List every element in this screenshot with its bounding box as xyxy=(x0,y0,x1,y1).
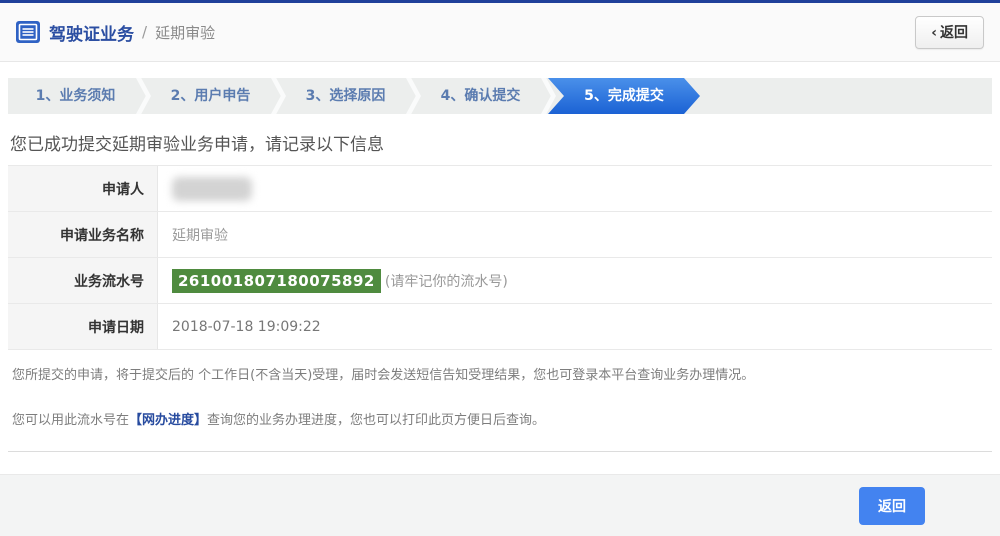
list-icon xyxy=(16,21,40,43)
table-row-apply-date: 申请日期 2018-07-18 19:09:22 xyxy=(8,304,992,350)
serial-number-badge: 261001807180075892 xyxy=(172,269,381,293)
step-label: 4、确认提交 xyxy=(441,88,521,104)
breadcrumb-current: 延期审验 xyxy=(155,22,215,43)
success-message: 您已成功提交延期审验业务申请，请记录以下信息 xyxy=(10,130,990,155)
notice-line-1: 您所提交的申请，将于提交后的 个工作日(不含当天)受理，届时会发送短信告知受理结… xyxy=(12,367,988,385)
online-progress-link[interactable]: 【网办进度】 xyxy=(129,413,207,428)
notice-line-2-prefix: 您可以用此流水号在 xyxy=(12,413,129,428)
page-header: 驾驶证业务 / 延期审验 ‹返回 xyxy=(0,3,1000,62)
back-button-top[interactable]: ‹返回 xyxy=(915,16,984,49)
table-row-business-name: 申请业务名称 延期审验 xyxy=(8,212,992,258)
application-info-table: 申请人 申请业务名称 延期审验 业务流水号 261001807180075892… xyxy=(8,165,992,350)
row-label: 申请业务名称 xyxy=(8,212,158,257)
table-row-applicant: 申请人 xyxy=(8,166,992,212)
step-2-user-declaration[interactable]: 2、用户申告 xyxy=(143,78,278,114)
row-value xyxy=(158,166,992,211)
back-button-label: 返回 xyxy=(940,25,968,41)
return-button[interactable]: 返回 xyxy=(859,487,925,525)
notice-line-2-suffix: 查询您的业务办理进度，您也可以打印此页方便日后查询。 xyxy=(207,413,545,428)
notice-box: 您所提交的申请，将于提交后的 个工作日(不含当天)受理，届时会发送短信告知受理结… xyxy=(8,350,992,452)
row-label: 申请人 xyxy=(8,166,158,211)
table-row-serial-number: 业务流水号 261001807180075892 (请牢记你的流水号) xyxy=(8,258,992,304)
row-value: 2018-07-18 19:09:22 xyxy=(158,304,992,349)
step-label: 3、选择原因 xyxy=(306,88,386,104)
step-3-select-reason[interactable]: 3、选择原因 xyxy=(278,78,413,114)
step-label: 5、完成提交 xyxy=(584,88,664,104)
row-value: 261001807180075892 (请牢记你的流水号) xyxy=(158,258,992,303)
notice-line-2: 您可以用此流水号在【网办进度】查询您的业务办理进度，您也可以打印此页方便日后查询… xyxy=(12,412,988,430)
redacted-applicant-name xyxy=(172,177,252,201)
breadcrumb-divider: / xyxy=(142,23,147,41)
row-label: 业务流水号 xyxy=(8,258,158,303)
wizard-stepbar: 1、业务须知 2、用户申告 3、选择原因 4、确认提交 5、完成提交 xyxy=(8,78,992,114)
step-4-confirm-submit[interactable]: 4、确认提交 xyxy=(413,78,548,114)
row-value: 延期审验 xyxy=(158,212,992,257)
row-label: 申请日期 xyxy=(8,304,158,349)
chevron-left-icon: ‹ xyxy=(931,25,937,41)
step-label: 1、业务须知 xyxy=(36,88,116,104)
step-label: 2、用户申告 xyxy=(171,88,251,104)
page-title: 驾驶证业务 xyxy=(49,20,134,45)
serial-number-note: (请牢记你的流水号) xyxy=(385,271,508,291)
step-1-business-notice[interactable]: 1、业务须知 xyxy=(8,78,143,114)
step-5-complete-submit[interactable]: 5、完成提交 xyxy=(548,78,700,114)
footer-bar: 返回 xyxy=(0,474,1000,536)
